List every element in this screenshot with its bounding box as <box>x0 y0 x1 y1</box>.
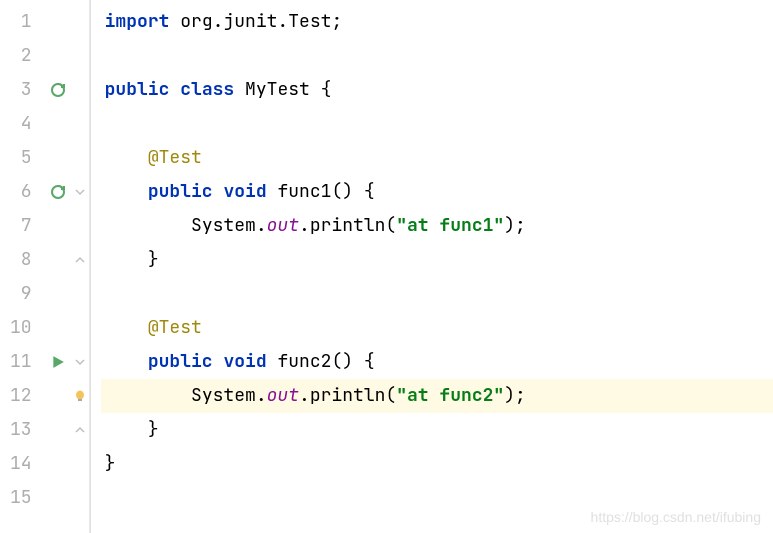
line-number[interactable]: 10 <box>10 311 32 345</box>
fold-gutter <box>72 0 90 533</box>
code-line: public class MyTest { <box>101 73 773 107</box>
code-line <box>101 39 773 73</box>
editor-gutter: 1 2 3 4 5 6 7 8 9 10 11 12 13 14 15 <box>0 0 91 533</box>
line-number[interactable]: 13 <box>10 413 32 447</box>
line-number[interactable]: 3 <box>10 73 32 107</box>
line-number[interactable]: 12 <box>10 379 32 413</box>
run-class-icon[interactable] <box>44 73 72 107</box>
code-line: import org.junit.Test; <box>101 5 773 39</box>
run-test-icon[interactable] <box>44 345 72 379</box>
fold-end-icon[interactable] <box>72 243 89 277</box>
line-number-column: 1 2 3 4 5 6 7 8 9 10 11 12 13 14 15 <box>0 0 44 533</box>
code-line: } <box>101 413 773 447</box>
code-line: System.out.println("at func1"); <box>101 209 773 243</box>
code-line <box>101 107 773 141</box>
line-number[interactable]: 4 <box>10 107 32 141</box>
code-line: public void func2() { <box>101 345 773 379</box>
code-line: public void func1() { <box>101 175 773 209</box>
line-number[interactable]: 7 <box>10 209 32 243</box>
run-test-icon[interactable] <box>44 175 72 209</box>
line-number[interactable]: 9 <box>10 277 32 311</box>
line-number[interactable]: 8 <box>10 243 32 277</box>
line-number[interactable]: 6 <box>10 175 32 209</box>
line-number[interactable]: 11 <box>10 345 32 379</box>
fold-start-icon[interactable] <box>72 175 89 209</box>
code-line: } <box>101 447 773 481</box>
intention-bulb-icon[interactable] <box>72 379 89 413</box>
code-line-highlighted: System.out.println("at func2"); <box>101 379 773 413</box>
line-number[interactable]: 5 <box>10 141 32 175</box>
icon-gutter <box>44 0 72 533</box>
watermark-text: https://blog.csdn.net/ifubing <box>591 509 761 525</box>
line-number[interactable]: 15 <box>10 481 32 515</box>
code-editor: 1 2 3 4 5 6 7 8 9 10 11 12 13 14 15 <box>0 0 773 533</box>
fold-start-icon[interactable] <box>72 345 89 379</box>
code-line: @Test <box>101 311 773 345</box>
code-content[interactable]: import org.junit.Test; public class MyTe… <box>91 0 773 533</box>
code-line <box>101 277 773 311</box>
code-line: } <box>101 243 773 277</box>
code-line: @Test <box>101 141 773 175</box>
line-number[interactable]: 2 <box>10 39 32 73</box>
fold-end-icon[interactable] <box>72 413 89 447</box>
line-number[interactable]: 14 <box>10 447 32 481</box>
line-number[interactable]: 1 <box>10 5 32 39</box>
